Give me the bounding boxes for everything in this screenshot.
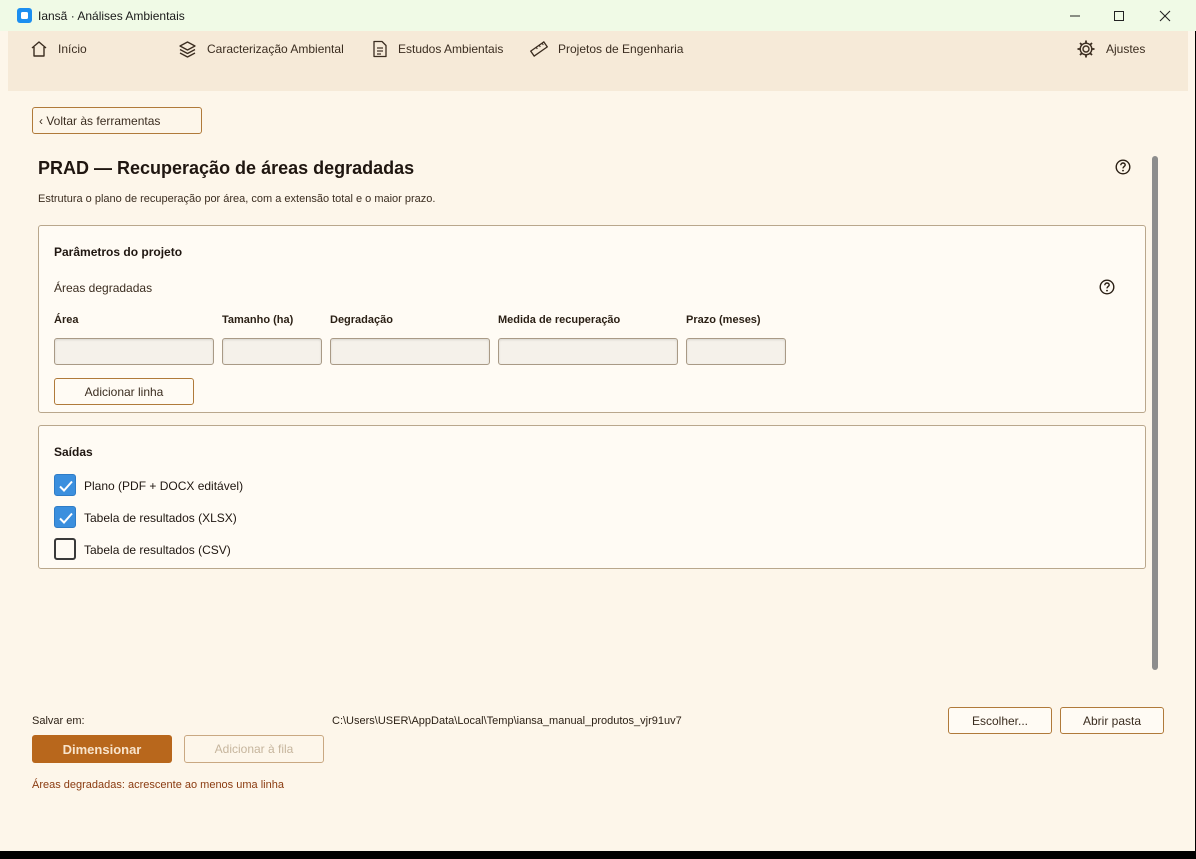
layers-icon xyxy=(179,41,196,58)
degraded-areas-label: Áreas degradadas xyxy=(54,281,153,295)
add-row-button[interactable]: Adicionar linha xyxy=(54,378,194,405)
help-icon[interactable] xyxy=(1115,159,1131,175)
minimize-button[interactable] xyxy=(1052,0,1098,31)
vertical-scrollbar[interactable] xyxy=(1152,156,1158,670)
nav-item-label: Ajustes xyxy=(1106,42,1146,56)
column-header-area: Área xyxy=(54,314,79,326)
ruler-icon xyxy=(530,41,548,57)
help-icon[interactable] xyxy=(1099,279,1115,295)
area-input[interactable] xyxy=(54,338,214,365)
minimize-icon xyxy=(1070,15,1080,16)
output-csv-checkbox[interactable] xyxy=(54,538,76,560)
save-location-label: Salvar em: xyxy=(32,715,85,727)
output-csv-label: Tabela de resultados (CSV) xyxy=(84,543,231,557)
maximize-button[interactable] xyxy=(1096,0,1142,31)
home-icon xyxy=(31,41,47,57)
gear-icon xyxy=(1077,40,1095,58)
open-folder-button[interactable]: Abrir pasta xyxy=(1060,707,1164,734)
nav-item-ajustes[interactable]: Ajustes xyxy=(1076,39,1145,59)
parameters-title: Parâmetros do projeto xyxy=(54,245,183,259)
nav-item-label: Início xyxy=(58,42,87,56)
document-icon xyxy=(373,40,387,58)
maximize-icon xyxy=(1114,10,1124,21)
title-bar: Iansã · Análises Ambientais xyxy=(0,0,1196,31)
app-icon xyxy=(17,8,32,23)
checkmark-icon xyxy=(59,512,73,524)
output-xlsx-label: Tabela de resultados (XLSX) xyxy=(84,511,237,525)
app-window: Iansã · Análises Ambientais Início Carac… xyxy=(0,0,1196,851)
top-navigation: Início Caracterização Ambiental Estudos … xyxy=(8,31,1188,91)
dimension-button[interactable]: Dimensionar xyxy=(32,735,172,763)
back-to-tools-button[interactable]: ‹ Voltar às ferramentas xyxy=(32,107,202,134)
add-to-queue-button[interactable]: Adicionar à fila xyxy=(184,735,324,763)
page-title: PRAD — Recuperação de áreas degradadas xyxy=(38,158,415,178)
column-header-medida: Medida de recuperação xyxy=(498,314,621,326)
checkmark-icon xyxy=(59,480,73,492)
column-header-degradacao: Degradação xyxy=(330,314,393,326)
nav-item-projetos[interactable]: Projetos de Engenharia xyxy=(530,39,683,59)
nav-item-label: Projetos de Engenharia xyxy=(558,42,684,56)
nav-item-label: Caracterização Ambiental xyxy=(207,42,344,56)
tamanho-input[interactable] xyxy=(222,338,322,365)
validation-error: Áreas degradadas: acrescente ao menos um… xyxy=(32,779,284,791)
choose-folder-button[interactable]: Escolher... xyxy=(948,707,1052,734)
degradacao-input[interactable] xyxy=(330,338,490,365)
save-path: C:\Users\USER\AppData\Local\Temp\iansa_m… xyxy=(332,715,682,727)
outputs-title: Saídas xyxy=(54,445,93,459)
prazo-input[interactable] xyxy=(686,338,786,365)
nav-item-caracterizacao[interactable]: Caracterização Ambiental xyxy=(178,39,344,59)
nav-item-estudos[interactable]: Estudos Ambientais xyxy=(372,39,503,59)
window-title: Iansã · Análises Ambientais xyxy=(38,9,185,23)
nav-item-inicio[interactable]: Início xyxy=(30,39,87,59)
page-subtitle: Estrutura o plano de recuperação por áre… xyxy=(38,193,436,205)
column-header-tamanho: Tamanho (ha) xyxy=(222,314,294,326)
column-header-prazo: Prazo (meses) xyxy=(686,314,761,326)
output-pdf-checkbox[interactable] xyxy=(54,474,76,496)
close-icon xyxy=(1159,10,1171,21)
output-xlsx-checkbox[interactable] xyxy=(54,506,76,528)
medida-input[interactable] xyxy=(498,338,678,365)
output-pdf-label: Plano (PDF + DOCX editável) xyxy=(84,479,244,493)
nav-item-label: Estudos Ambientais xyxy=(398,42,504,56)
parameters-panel: Parâmetros do projeto Áreas degradadas Á… xyxy=(38,225,1146,413)
outputs-panel: Saídas Plano (PDF + DOCX editável) Tabel… xyxy=(38,425,1146,569)
close-button[interactable] xyxy=(1142,0,1188,31)
